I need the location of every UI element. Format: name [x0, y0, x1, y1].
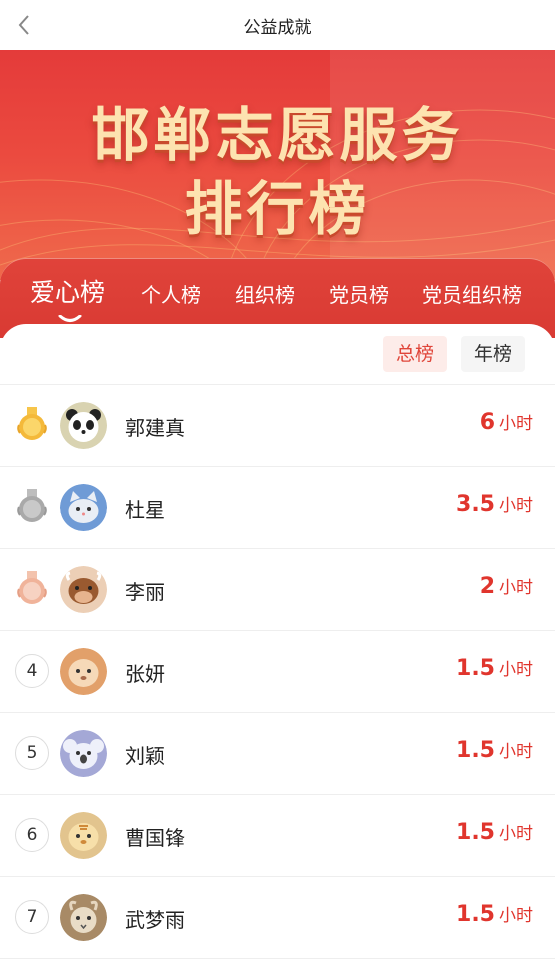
volunteer-name: 郭建真	[125, 416, 185, 440]
koala-avatar-icon	[60, 730, 107, 777]
hours-value: 1.5	[456, 738, 495, 763]
tiger-avatar-icon	[60, 812, 107, 859]
list-item[interactable]: 5 刘颖 1.5 小时	[0, 712, 555, 794]
banner-title-line1: 邯郸志愿服务	[91, 101, 464, 169]
volunteer-hours: 3.5 小时	[456, 491, 533, 517]
hours-unit: 小时	[499, 660, 533, 680]
list-item[interactable]: 郭建真 6 小时	[0, 384, 555, 466]
gold-medal-icon	[15, 407, 49, 442]
volunteer-name: 张妍	[125, 662, 165, 686]
ranking-panel: 总榜 年榜 郭建真 6 小时 杜星 3.5 小时 李丽 2 小时 4 张妍 1.…	[0, 324, 555, 973]
rank-number: 5	[15, 736, 49, 770]
volunteer-name: 曹国锋	[125, 826, 185, 850]
hours-unit: 小时	[499, 578, 533, 598]
volunteer-name: 李丽	[125, 580, 165, 604]
tab-personal[interactable]: 个人榜	[141, 279, 201, 308]
hours-unit: 小时	[499, 414, 533, 434]
hours-unit: 小时	[499, 496, 533, 516]
hours-unit: 小时	[499, 824, 533, 844]
hours-value: 2	[479, 574, 495, 599]
dog-avatar-icon	[60, 648, 107, 695]
banner-title-line2: 排行榜	[184, 175, 371, 243]
ranking-banner: 邯郸志愿服务 排行榜	[0, 50, 555, 280]
nav-bar: 公益成就	[0, 0, 555, 50]
page-title: 公益成就	[243, 17, 312, 38]
volunteer-hours: 1.5 小时	[456, 901, 533, 927]
list-item[interactable]: 6 曹国锋 1.5 小时	[0, 794, 555, 876]
rank-position: 5	[15, 736, 49, 770]
panda-avatar-icon	[60, 402, 107, 449]
volunteer-hours: 6 小时	[480, 409, 533, 435]
rank-number: 7	[15, 900, 49, 934]
hours-value: 6	[479, 410, 495, 435]
tab-party-member[interactable]: 党员榜	[329, 279, 389, 308]
volunteer-name: 武梦雨	[125, 908, 185, 932]
ranking-list: 郭建真 6 小时 杜星 3.5 小时 李丽 2 小时 4 张妍 1.5 小时 5…	[0, 384, 555, 973]
list-item[interactable]: 4 张妍 1.5 小时	[0, 630, 555, 712]
rank-position: 7	[15, 900, 49, 934]
rank-position: 6	[15, 818, 49, 852]
cat-avatar-icon	[60, 484, 107, 531]
list-bottom-divider	[0, 958, 555, 973]
tab-love[interactable]: 爱心榜	[30, 273, 105, 309]
volunteer-hours: 2 小时	[480, 573, 533, 599]
filter-total-button[interactable]: 总榜	[383, 336, 448, 372]
active-tab-indicator	[58, 315, 82, 322]
list-item[interactable]: 李丽 2 小时	[0, 548, 555, 630]
tab-party-organization[interactable]: 党员组织榜	[422, 279, 522, 308]
hours-value: 1.5	[456, 820, 495, 845]
volunteer-name: 杜星	[125, 498, 165, 522]
ox-avatar-icon	[60, 566, 107, 613]
goat-avatar-icon	[60, 894, 107, 941]
hours-value: 1.5	[456, 902, 495, 927]
hours-unit: 小时	[499, 906, 533, 926]
volunteer-hours: 1.5 小时	[456, 819, 533, 845]
rank-number: 4	[15, 654, 49, 688]
rank-position: 4	[15, 654, 49, 688]
list-item[interactable]: 杜星 3.5 小时	[0, 466, 555, 548]
list-item[interactable]: 7 武梦雨 1.5 小时	[0, 876, 555, 958]
silver-medal-icon	[15, 489, 49, 524]
hours-value: 1.5	[456, 656, 495, 681]
volunteer-hours: 1.5 小时	[456, 655, 533, 681]
rank-number: 6	[15, 818, 49, 852]
bronze-medal-icon	[15, 571, 49, 606]
chevron-left-icon[interactable]	[10, 11, 38, 39]
volunteer-name: 刘颖	[125, 744, 165, 768]
hours-value: 3.5	[456, 492, 495, 517]
volunteer-hours: 1.5 小时	[456, 737, 533, 763]
hours-unit: 小时	[499, 742, 533, 762]
tab-organization[interactable]: 组织榜	[235, 279, 295, 308]
filter-year-button[interactable]: 年榜	[461, 336, 526, 372]
